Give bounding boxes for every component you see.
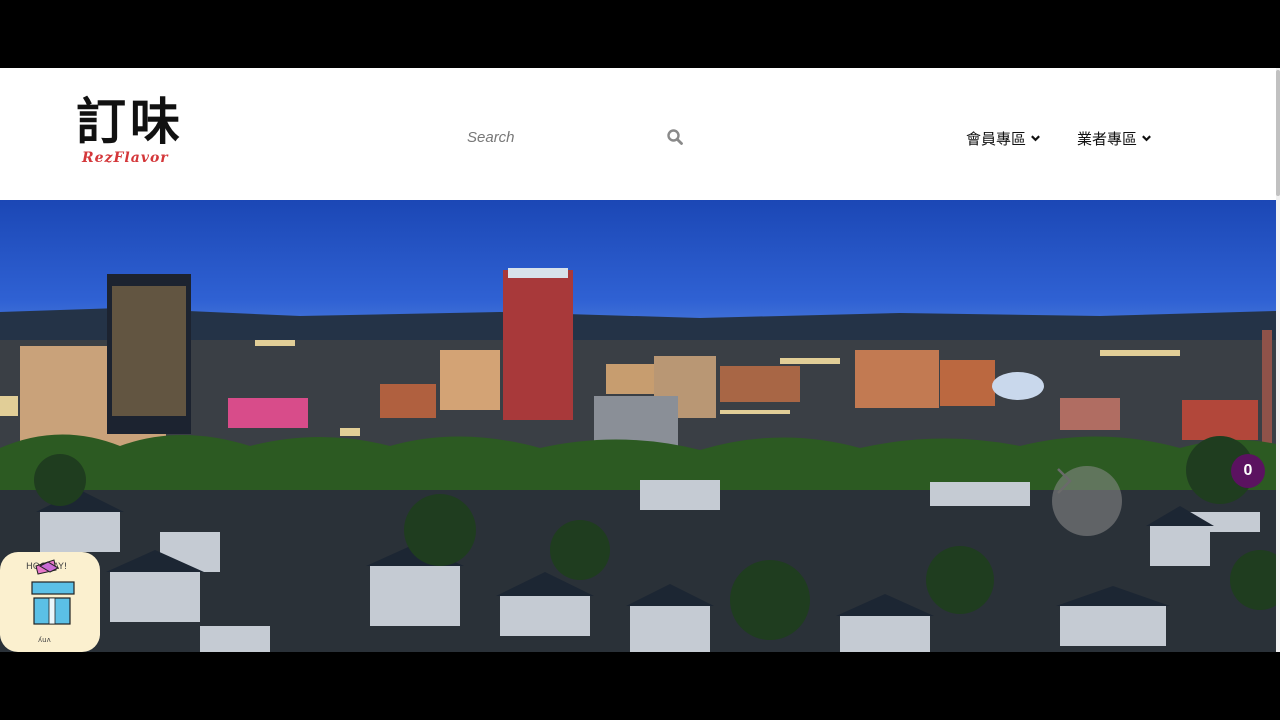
- nav-member-zone[interactable]: 會員專區: [966, 126, 1041, 150]
- site-logo[interactable]: 訂味 RezFlavor: [76, 94, 226, 178]
- letterbox-bottom: [0, 652, 1280, 720]
- svg-text:ʎuʌ: ʎuʌ: [38, 636, 51, 644]
- cart-count-badge[interactable]: 0: [1231, 454, 1265, 488]
- letterbox-top: [0, 0, 1280, 68]
- nav-vendor-zone[interactable]: 業者專區: [1077, 126, 1152, 150]
- site-header: 訂味 RezFlavor 會員專區 業者專區: [0, 68, 1276, 200]
- search-icon[interactable]: [666, 128, 684, 146]
- hero-slider: [0, 200, 1276, 652]
- chevron-down-icon: [1142, 134, 1151, 141]
- nav-vendor-zone-label: 業者專區: [1077, 130, 1138, 148]
- website-frame: 訂味 RezFlavor 會員專區 業者專區: [0, 68, 1280, 652]
- gift-widget[interactable]: HOORAY! ʎuʌ: [0, 552, 100, 652]
- logo-subtitle: RezFlavor: [82, 150, 169, 166]
- slider-next-button[interactable]: [1052, 466, 1122, 536]
- hero-image: [0, 268, 1276, 652]
- chevron-right-icon: [1057, 468, 1072, 494]
- logo-glyphs: 訂味: [76, 92, 184, 151]
- chevron-down-icon: [1031, 134, 1040, 141]
- nav-member-zone-label: 會員專區: [966, 130, 1027, 148]
- main-nav: 會員專區 業者專區: [966, 126, 1152, 150]
- search-bar: [458, 120, 690, 154]
- gift-box-icon: HOORAY! ʎuʌ: [26, 559, 75, 644]
- scrollbar-thumb[interactable]: [1276, 70, 1280, 196]
- search-input[interactable]: [458, 120, 690, 154]
